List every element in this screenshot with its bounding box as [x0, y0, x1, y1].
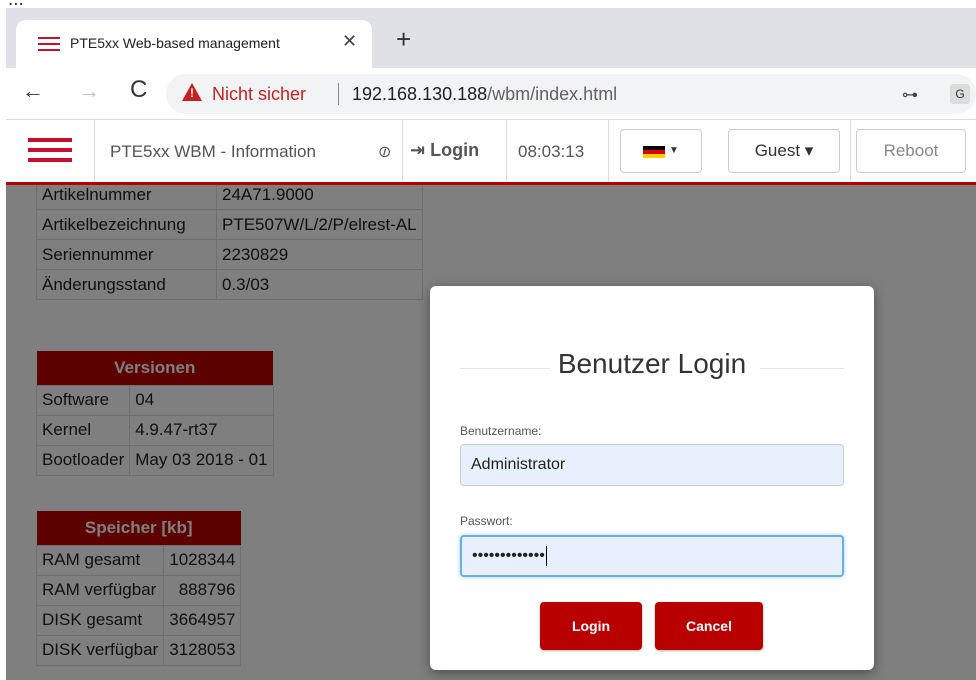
warning-icon[interactable] — [182, 83, 202, 101]
password-label: Passwort: — [460, 514, 513, 528]
header-divider — [608, 120, 609, 182]
german-flag-icon — [643, 146, 665, 158]
unlink-icon: ⊘ — [374, 141, 396, 164]
tab-close-icon[interactable]: ✕ — [342, 31, 357, 52]
dialog-title: Benutzer Login — [557, 348, 747, 379]
login-link-label: Login — [430, 140, 480, 160]
browser-navbar: ← → C Nicht sicher 192.168.130.188/wbm/i… — [6, 68, 976, 120]
translate-icon[interactable]: G — [950, 84, 970, 104]
user-dropdown[interactable]: Guest ▾ — [728, 129, 840, 173]
password-mask: ••••••••••••• — [472, 547, 545, 564]
forward-button[interactable]: → — [78, 80, 100, 102]
sign-in-icon: ⇥ — [410, 140, 426, 160]
password-input[interactable]: ••••••••••••• — [460, 535, 844, 577]
dialog-header: Benutzer Login — [460, 340, 844, 380]
cancel-button[interactable]: Cancel — [655, 602, 763, 650]
new-tab-button[interactable]: + — [396, 26, 411, 52]
url-text[interactable]: 192.168.130.188/wbm/index.html — [352, 84, 617, 105]
key-icon[interactable]: ⊶ — [902, 85, 918, 105]
reload-button[interactable]: C — [130, 78, 147, 102]
clock-time: 08:03:13 — [518, 142, 585, 161]
page-title: PTE5xx WBM - Information — [110, 142, 316, 161]
favicon-icon — [38, 37, 60, 51]
login-dialog: Benutzer Login Benutzername: Administrat… — [430, 286, 874, 670]
browser-tab[interactable]: PTE5xx Web-based management ✕ — [16, 20, 372, 68]
not-secure-label[interactable]: Nicht sicher — [212, 84, 306, 105]
login-button[interactable]: Login — [540, 602, 642, 650]
header-divider — [850, 120, 851, 182]
back-button[interactable]: ← — [22, 80, 44, 102]
header-divider — [94, 120, 95, 182]
header-divider — [402, 120, 403, 182]
chevron-down-icon: ▼ — [669, 145, 679, 156]
address-separator — [338, 83, 339, 105]
url-host: 192.168.130.188 — [352, 84, 488, 104]
language-dropdown[interactable]: ▼ — [620, 129, 702, 173]
reboot-button[interactable]: Reboot — [856, 129, 966, 173]
url-path: /wbm/index.html — [487, 84, 618, 104]
tab-title: PTE5xx Web-based management — [70, 35, 280, 51]
top-clipped-text: ... — [0, 0, 976, 8]
login-link[interactable]: ⇥ Login — [410, 140, 479, 161]
app-header: PTE5xx WBM - Information ⊘ ⇥ Login 08:03… — [6, 120, 976, 185]
text-caret — [545, 545, 547, 566]
username-input[interactable]: Administrator — [460, 444, 844, 486]
hamburger-menu-icon[interactable] — [28, 138, 72, 162]
username-label: Benutzername: — [460, 424, 542, 438]
header-divider — [506, 120, 507, 182]
address-bar[interactable]: Nicht sicher 192.168.130.188/wbm/index.h… — [166, 74, 976, 114]
browser-tabstrip: PTE5xx Web-based management ✕ + — [6, 8, 976, 68]
